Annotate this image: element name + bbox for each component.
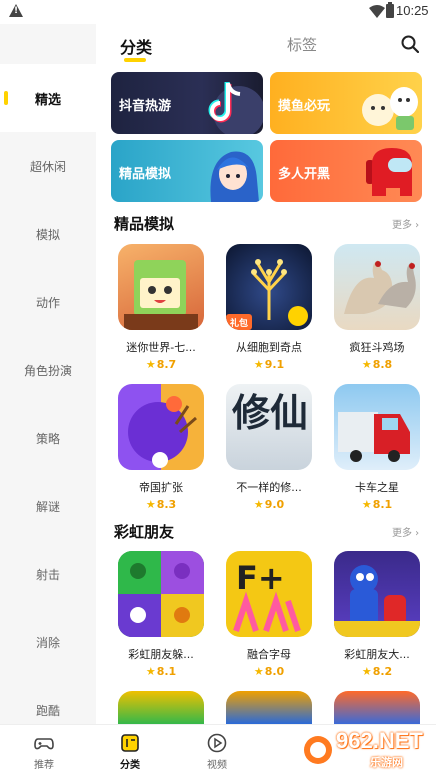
game-name: 帝国扩张 bbox=[139, 481, 183, 494]
section-title: 精品模拟 bbox=[114, 215, 175, 233]
sidebar-item-rpg[interactable]: 角色扮演 bbox=[0, 336, 96, 404]
game-icon: F+ bbox=[226, 551, 312, 637]
star-icon: ★ bbox=[361, 665, 372, 678]
more-link[interactable]: 更多 › bbox=[392, 524, 419, 539]
category-sidebar: 精选 超休闲 模拟 动作 角色扮演 策略 解谜 射击 消除 跑酷 bbox=[0, 24, 96, 724]
game-icon bbox=[334, 384, 420, 470]
watermark-logo: 962.NET 乐游网 bbox=[300, 726, 434, 772]
game-name: 彩虹朋友躲... bbox=[128, 648, 194, 661]
banner-label: 摸鱼必玩 bbox=[278, 99, 331, 114]
more-link[interactable]: 更多 › bbox=[392, 216, 419, 231]
anime-girl-icon bbox=[210, 151, 259, 202]
game-icon: 修仙 bbox=[226, 384, 312, 470]
nav-video[interactable]: 视频 bbox=[192, 725, 242, 775]
nav-label: 视频 bbox=[207, 760, 227, 771]
sidebar-item-hyper-casual[interactable]: 超休闲 bbox=[0, 132, 96, 200]
game-rating: ★8.1 bbox=[361, 498, 393, 511]
banner-label: 抖音热游 bbox=[119, 99, 172, 114]
game-name: 从细胞到奇点 bbox=[236, 341, 302, 354]
cartoon-animals-icon bbox=[362, 87, 418, 130]
nav-category[interactable]: 分类 bbox=[105, 725, 155, 775]
warning-icon bbox=[9, 4, 23, 17]
game-rating: ★8.8 bbox=[361, 358, 393, 371]
sidebar-item-shooter[interactable]: 射击 bbox=[0, 540, 96, 608]
watermark-text: 962.NET bbox=[336, 728, 423, 753]
game-icon bbox=[118, 551, 204, 637]
tab-category[interactable]: 分类 bbox=[120, 34, 152, 62]
game-icon bbox=[118, 384, 204, 470]
star-icon: ★ bbox=[145, 358, 156, 371]
banner-label: 多人开黑 bbox=[278, 167, 331, 182]
game-name: 不一样的修... bbox=[236, 481, 302, 494]
game-icon bbox=[118, 691, 204, 724]
tab-tags[interactable]: 标签 bbox=[287, 34, 317, 55]
status-time: 10:25 bbox=[396, 3, 429, 18]
game-rating: ★9.1 bbox=[253, 358, 285, 371]
status-bar: 10:25 bbox=[0, 0, 436, 24]
banner-multiplayer[interactable]: 多人开黑 bbox=[270, 140, 422, 202]
star-icon: ★ bbox=[253, 358, 264, 371]
game-rating: ★8.0 bbox=[253, 665, 285, 678]
game-icon bbox=[334, 551, 420, 637]
banner-label: 精品模拟 bbox=[119, 167, 172, 182]
sidebar-item-match[interactable]: 消除 bbox=[0, 608, 96, 676]
category-icon bbox=[121, 734, 139, 752]
game-icon bbox=[334, 244, 420, 330]
game-icon: 礼包 bbox=[226, 244, 312, 330]
star-icon: ★ bbox=[361, 498, 372, 511]
gamepad-icon bbox=[34, 738, 54, 750]
star-icon: ★ bbox=[253, 665, 264, 678]
sidebar-item-puzzle[interactable]: 解谜 bbox=[0, 472, 96, 540]
game-rating: ★8.1 bbox=[145, 665, 177, 678]
nav-label: 分类 bbox=[120, 760, 140, 771]
banner-douyin-hot[interactable]: 抖音热游 bbox=[111, 72, 263, 134]
game-rating: ★8.3 bbox=[145, 498, 177, 511]
game-rating: ★9.0 bbox=[253, 498, 285, 511]
game-name: 融合字母 bbox=[247, 648, 291, 661]
battery-icon bbox=[386, 2, 394, 18]
star-icon: ★ bbox=[145, 498, 156, 511]
wifi-icon bbox=[369, 5, 385, 18]
sidebar-item-simulation[interactable]: 模拟 bbox=[0, 200, 96, 268]
banner-slacking[interactable]: 摸鱼必玩 bbox=[270, 72, 422, 134]
sidebar-item-strategy[interactable]: 策略 bbox=[0, 404, 96, 472]
sidebar-item-action[interactable]: 动作 bbox=[0, 268, 96, 336]
section-title: 彩虹朋友 bbox=[114, 523, 175, 541]
sidebar-item-featured[interactable]: 精选 bbox=[0, 64, 96, 132]
nav-recommend[interactable]: 推荐 bbox=[19, 725, 69, 775]
nav-label: 推荐 bbox=[34, 760, 54, 771]
game-name: 卡车之星 bbox=[355, 481, 399, 494]
game-rating: ★8.2 bbox=[361, 665, 393, 678]
game-name: 迷你世界-七... bbox=[126, 341, 196, 354]
banner-premium-sim[interactable]: 精品模拟 bbox=[111, 140, 263, 202]
star-icon: ★ bbox=[361, 358, 372, 371]
watermark-subtext: 乐游网 bbox=[370, 756, 403, 769]
star-icon: ★ bbox=[253, 498, 264, 511]
game-rating: ★8.7 bbox=[145, 358, 177, 371]
tiktok-icon bbox=[208, 82, 263, 134]
star-icon: ★ bbox=[145, 665, 156, 678]
search-icon[interactable] bbox=[401, 35, 419, 53]
game-name: 彩虹朋友大... bbox=[344, 648, 410, 661]
among-us-icon bbox=[366, 148, 412, 196]
game-icon bbox=[118, 244, 204, 330]
play-icon bbox=[207, 733, 227, 753]
icon-calligraphy: 修仙 bbox=[232, 390, 309, 435]
game-icon bbox=[334, 691, 420, 724]
game-icon bbox=[226, 691, 312, 724]
gift-badge: 礼包 bbox=[230, 319, 249, 329]
game-name: 疯狂斗鸡场 bbox=[349, 341, 405, 354]
